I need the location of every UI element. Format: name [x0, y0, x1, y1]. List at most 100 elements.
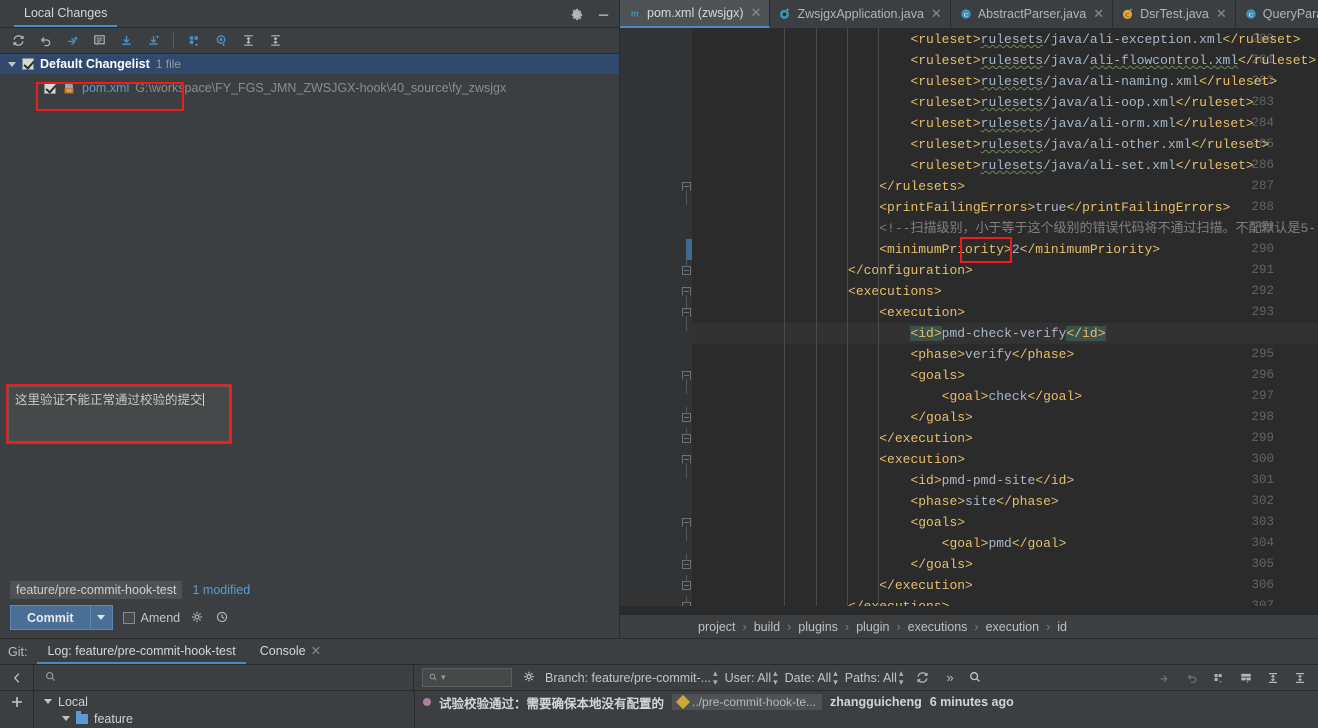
fold-toggle-icon[interactable] [682, 266, 691, 275]
commit-branch-tag[interactable]: ../pre-commit-hook-te... [672, 694, 823, 710]
history-icon[interactable] [215, 610, 230, 625]
layout-icon[interactable] [1239, 671, 1254, 686]
code-line[interactable]: </configuration> [692, 260, 1318, 281]
fold-toggle-icon[interactable] [682, 413, 691, 422]
amend-toggle[interactable]: Amend [122, 611, 180, 625]
breadcrumb-item[interactable]: execution [986, 620, 1040, 634]
notes-icon[interactable] [87, 30, 111, 52]
expand-all-icon[interactable] [236, 30, 260, 52]
code-line[interactable]: <phase>verify</phase> [692, 344, 1318, 365]
fold-toggle-icon[interactable] [682, 560, 691, 569]
log-filter-search-box[interactable]: ▾ [422, 668, 512, 687]
tab-console[interactable]: Console ✕ [250, 639, 331, 664]
log-filter-4[interactable]: Paths: All ▴ ▾ [845, 668, 904, 687]
breadcrumb-item[interactable]: plugins [798, 620, 838, 634]
fold-toggle-icon[interactable] [682, 581, 691, 590]
editor-tab-5[interactable]: C QueryPara [1236, 0, 1318, 28]
collapse-panel-button[interactable] [0, 664, 34, 691]
code-line[interactable]: </executions> [692, 596, 1318, 606]
commit-dropdown-button[interactable] [90, 605, 113, 630]
go-to-icon[interactable] [1158, 671, 1173, 686]
collapse-all-icon[interactable] [263, 30, 287, 52]
tree-row-feature[interactable]: feature [44, 710, 133, 727]
log-filter-1[interactable]: Branch: feature/pre-commit-... ▴ ▾ [545, 668, 718, 687]
group-by-icon[interactable] [182, 30, 206, 52]
breadcrumb-item[interactable]: executions [908, 620, 968, 634]
git-log-search[interactable] [34, 664, 414, 691]
code-line[interactable]: </goals> [692, 407, 1318, 428]
gear-icon[interactable] [569, 7, 584, 22]
search-icon[interactable] [968, 670, 983, 685]
code-line[interactable]: <goals> [692, 365, 1318, 386]
close-icon[interactable]: ✕ [751, 5, 762, 21]
collapse-icon[interactable] [1293, 671, 1308, 686]
expand-icon[interactable] [1266, 671, 1281, 686]
code-line[interactable]: <goals> [692, 512, 1318, 533]
minimize-icon[interactable] [596, 7, 611, 22]
code-line[interactable]: <ruleset>rulesets/java/ali-naming.xml</r… [692, 71, 1318, 92]
code-line[interactable]: <executions> [692, 281, 1318, 302]
code-line[interactable]: <execution> [692, 449, 1318, 470]
breadcrumb-item[interactable]: build [754, 620, 780, 634]
breadcrumb-item[interactable]: id [1057, 620, 1067, 634]
gear-icon[interactable] [522, 670, 537, 685]
commit-row[interactable]: 试验校验通过：需要确保本地没有配置的 ../pre-commit-hook-te… [415, 691, 1318, 711]
editor-tab-2[interactable]: ZwsjgxApplication.java ✕ [770, 0, 951, 28]
close-icon[interactable]: ✕ [311, 644, 321, 658]
fold-toggle-icon[interactable] [682, 434, 691, 443]
refresh-icon[interactable] [915, 670, 930, 685]
group-icon[interactable] [1212, 671, 1227, 686]
amend-checkbox[interactable] [122, 611, 135, 624]
download-icon[interactable] [114, 30, 138, 52]
gear-icon[interactable] [190, 610, 205, 625]
code-line[interactable]: <goal>pmd</goal> [692, 533, 1318, 554]
add-filter-button[interactable] [0, 691, 34, 728]
search-input[interactable] [67, 670, 367, 685]
more-icon[interactable]: » [946, 670, 953, 685]
code-line[interactable]: <ruleset>rulesets/java/ali-flowcontrol.x… [692, 50, 1318, 71]
code-line[interactable]: <printFailingErrors>true</printFailingEr… [692, 197, 1318, 218]
modified-count-link[interactable]: 1 modified [192, 583, 250, 597]
tree-row-local[interactable]: Local [44, 693, 133, 710]
code-line[interactable]: <ruleset>rulesets/java/ali-other.xml</ru… [692, 134, 1318, 155]
editor-tab-1[interactable]: m pom.xml (zwsjgx) ✕ [620, 0, 771, 28]
code-line[interactable]: <ruleset>rulesets/java/ali-set.xml</rule… [692, 155, 1318, 176]
code-line[interactable]: </rulesets> [692, 176, 1318, 197]
log-filter-2[interactable]: User: All ▴ ▾ [725, 668, 778, 687]
tab-local-changes[interactable]: Local Changes [14, 0, 118, 27]
commit-button[interactable]: Commit [10, 605, 91, 630]
close-icon[interactable]: ✕ [1216, 6, 1227, 22]
editor-tab-3[interactable]: C AbstractParser.java ✕ [951, 0, 1114, 28]
unshelve-icon[interactable] [141, 30, 165, 52]
changelist-row[interactable]: Default Changelist 1 file [0, 54, 619, 74]
code-line[interactable]: <id>pmd-check-verify</id> [692, 323, 1318, 344]
code-line[interactable]: <!--扫描级别，小于等于这个级别的错误代码将不通过扫描。不配默认是5--> [692, 218, 1318, 239]
code-line[interactable]: <goal>check</goal> [692, 386, 1318, 407]
revert-icon[interactable] [1185, 671, 1200, 686]
rollback-icon[interactable] [33, 30, 57, 52]
code-line[interactable]: <ruleset>rulesets/java/ali-exception.xml… [692, 29, 1318, 50]
shelve-icon[interactable] [60, 30, 84, 52]
close-icon[interactable]: ✕ [1093, 6, 1104, 22]
close-icon[interactable]: ✕ [931, 6, 942, 22]
code-line[interactable]: </goals> [692, 554, 1318, 575]
code-line[interactable]: </execution> [692, 428, 1318, 449]
breadcrumb-item[interactable]: plugin [856, 620, 889, 634]
changelist-checkbox[interactable] [22, 58, 34, 70]
preview-icon[interactable] [209, 30, 233, 52]
breadcrumb-item[interactable]: project [698, 620, 736, 634]
code-line[interactable]: <id>pmd-pmd-site</id> [692, 470, 1318, 491]
code-line[interactable]: <phase>site</phase> [692, 491, 1318, 512]
code-line[interactable]: <execution> [692, 302, 1318, 323]
editor-tab-4[interactable]: C DsrTest.java ✕ [1113, 0, 1236, 28]
code-line[interactable]: <ruleset>rulesets/java/ali-orm.xml</rule… [692, 113, 1318, 134]
code-line[interactable]: <ruleset>rulesets/java/ali-oop.xml</rule… [692, 92, 1318, 113]
chevron-down-icon[interactable] [44, 699, 52, 704]
chevron-down-icon[interactable] [8, 61, 16, 67]
code-line[interactable]: </execution> [692, 575, 1318, 596]
refresh-icon[interactable] [6, 30, 30, 52]
code-editor[interactable]: 280 <ruleset>rulesets/java/ali-exception… [620, 28, 1318, 606]
chevron-down-icon[interactable] [62, 716, 70, 721]
tab-git-log[interactable]: Log: feature/pre-commit-hook-test [37, 639, 246, 664]
log-filter-3[interactable]: Date: All ▴ ▾ [785, 668, 838, 687]
